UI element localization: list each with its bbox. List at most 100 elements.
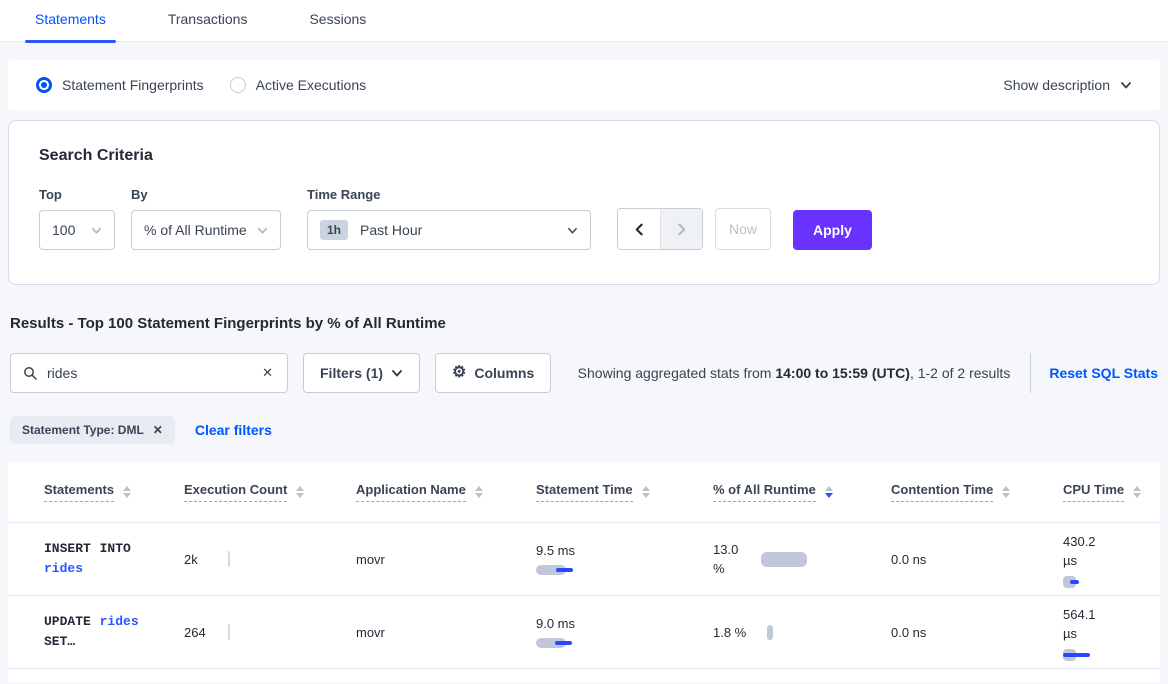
column-header-execution-count[interactable]: Execution Count	[184, 482, 356, 502]
column-header-runtime-pct[interactable]: % of All Runtime	[713, 482, 891, 502]
tab-sessions[interactable]: Sessions	[299, 11, 376, 41]
show-description-toggle[interactable]: Show description	[1003, 77, 1132, 93]
by-field: By % of All Runtime	[131, 187, 281, 250]
search-icon	[23, 366, 37, 380]
execution-count-bar	[228, 551, 230, 567]
sort-icon[interactable]	[642, 486, 650, 498]
view-mode-bar: Statement Fingerprints Active Executions…	[8, 60, 1160, 110]
table-header-row: Statements Execution Count Application N…	[8, 462, 1160, 522]
radio-label: Statement Fingerprints	[62, 77, 204, 93]
statement-time-cell: 9.0 ms	[536, 616, 713, 649]
showing-stats-text: Showing aggregated stats from 14:00 to 1…	[578, 365, 1011, 381]
column-header-statement-time[interactable]: Statement Time	[536, 482, 713, 502]
application-name-cell: movr	[356, 625, 536, 640]
chevron-down-icon	[91, 225, 102, 236]
reset-sql-stats-link[interactable]: Reset SQL Stats	[1049, 365, 1158, 381]
sort-icon[interactable]	[1002, 486, 1010, 498]
application-name-cell: movr	[356, 552, 536, 567]
next-time-button[interactable]	[660, 209, 702, 249]
statement-link[interactable]: rides	[44, 561, 83, 576]
sort-icon[interactable]	[296, 486, 304, 498]
show-description-label: Show description	[1003, 77, 1110, 93]
previous-time-button[interactable]	[618, 209, 660, 249]
filters-button[interactable]: Filters (1)	[303, 353, 420, 393]
time-nav-group	[617, 208, 703, 250]
now-button[interactable]: Now	[715, 208, 771, 250]
contention-time-cell: 0.0 ns	[891, 625, 1063, 640]
showing-range: 14:00 to 15:59 (UTC)	[775, 365, 910, 381]
radio-selected-icon	[36, 77, 52, 93]
chevron-down-icon	[1120, 79, 1132, 91]
statement-cell: INSERT INTO rides	[44, 539, 166, 579]
column-header-application-name[interactable]: Application Name	[356, 482, 536, 502]
radio-active-executions[interactable]: Active Executions	[230, 77, 367, 93]
filter-pill-statement-type[interactable]: Statement Type: DML ✕	[10, 416, 175, 444]
time-range-label: Time Range	[307, 187, 591, 202]
time-range-value: Past Hour	[360, 222, 422, 238]
chevron-down-icon	[567, 225, 578, 236]
top-tab-bar: Statements Transactions Sessions	[0, 0, 1168, 42]
statements-table: Statements Execution Count Application N…	[8, 462, 1160, 683]
remove-filter-icon[interactable]: ✕	[153, 423, 163, 437]
top-select[interactable]: 100	[39, 210, 115, 250]
statement-time-bar	[536, 564, 580, 576]
gear-icon: ⚙	[452, 365, 466, 381]
execution-count-cell: 264	[184, 624, 356, 640]
apply-button[interactable]: Apply	[793, 210, 872, 250]
table-bottom-divider	[8, 668, 1160, 669]
toolbar-divider	[1030, 353, 1031, 393]
sort-icon-active-desc[interactable]	[825, 486, 833, 498]
column-header-statements[interactable]: Statements	[44, 482, 184, 502]
statement-search-box[interactable]: ✕	[10, 353, 288, 393]
top-select-value: 100	[52, 222, 75, 238]
table-row[interactable]: INSERT INTO rides 2k movr 9.5 ms 13.0 % …	[8, 522, 1160, 595]
sort-icon[interactable]	[1133, 486, 1141, 498]
time-range-field: Time Range 1h Past Hour	[307, 187, 591, 250]
cpu-time-cell: 564.1 µs	[1063, 605, 1160, 660]
statement-time-bar	[536, 637, 580, 649]
chevron-down-icon	[257, 225, 268, 236]
column-header-cpu-time[interactable]: CPU Time	[1063, 482, 1160, 502]
columns-button[interactable]: ⚙ Columns	[435, 353, 551, 393]
runtime-pct-bar	[767, 625, 773, 640]
execution-count-bar	[228, 624, 230, 640]
sort-icon[interactable]	[123, 486, 131, 498]
statement-time-cell: 9.5 ms	[536, 543, 713, 576]
runtime-pct-cell: 13.0 %	[713, 540, 891, 578]
column-header-contention-time[interactable]: Contention Time	[891, 482, 1063, 502]
sort-icon[interactable]	[475, 486, 483, 498]
statement-cell: UPDATE rides SET…	[44, 612, 166, 652]
search-criteria-panel: Search Criteria Top 100 By % of All Runt…	[8, 120, 1160, 285]
tab-transactions[interactable]: Transactions	[158, 11, 258, 41]
statement-link[interactable]: rides	[100, 614, 139, 629]
runtime-pct-cell: 1.8 %	[713, 623, 891, 642]
top-label: Top	[39, 187, 115, 202]
cpu-time-cell: 430.2 µs	[1063, 532, 1160, 587]
filter-pill-label: Statement Type: DML	[22, 423, 144, 437]
runtime-pct-bar	[761, 552, 807, 567]
radio-statement-fingerprints[interactable]: Statement Fingerprints	[36, 77, 204, 93]
table-row[interactable]: UPDATE rides SET… 264 movr 9.0 ms 1.8 % …	[8, 595, 1160, 668]
by-select-value: % of All Runtime	[144, 222, 247, 238]
radio-unselected-icon	[230, 77, 246, 93]
search-input[interactable]	[47, 365, 260, 381]
search-criteria-title: Search Criteria	[39, 147, 1129, 165]
results-heading: Results - Top 100 Statement Fingerprints…	[10, 315, 1158, 332]
chevron-down-icon	[391, 367, 403, 379]
clear-filters-link[interactable]: Clear filters	[195, 422, 272, 438]
contention-time-cell: 0.0 ns	[891, 552, 1063, 567]
time-range-badge: 1h	[320, 220, 348, 240]
execution-count-cell: 2k	[184, 551, 356, 567]
by-select[interactable]: % of All Runtime	[131, 210, 281, 250]
clear-search-icon[interactable]: ✕	[260, 365, 275, 381]
cpu-time-bar	[1063, 575, 1093, 587]
by-label: By	[131, 187, 281, 202]
tab-statements[interactable]: Statements	[25, 11, 116, 41]
columns-label: Columns	[474, 365, 534, 381]
time-range-select[interactable]: 1h Past Hour	[307, 210, 591, 250]
results-toolbar: ✕ Filters (1) ⚙ Columns Showing aggregat…	[10, 352, 1158, 394]
chevron-right-icon	[675, 223, 688, 236]
radio-label: Active Executions	[256, 77, 367, 93]
filters-label: Filters (1)	[320, 365, 383, 381]
chevron-left-icon	[633, 223, 646, 236]
